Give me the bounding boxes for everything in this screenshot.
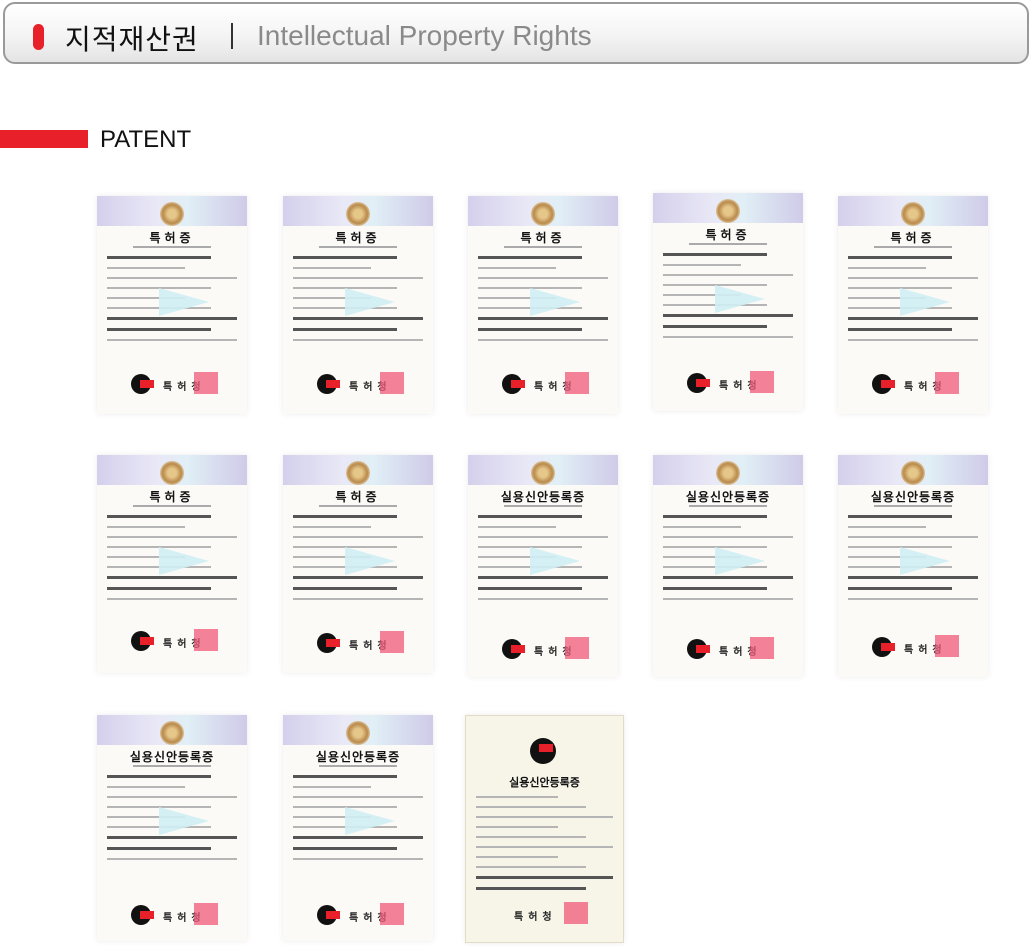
seal-emblem-icon xyxy=(160,202,184,226)
certificate-title: 실용신안등록증 xyxy=(315,750,401,764)
seal-emblem-icon xyxy=(160,461,184,485)
patent-office-logo-icon xyxy=(131,374,154,394)
patent-office-logo-icon xyxy=(687,639,710,659)
certificate-image[interactable]: 실용신안등록증 특허청 xyxy=(465,715,624,943)
certificate-title: 특허증 xyxy=(705,228,751,242)
official-stamp xyxy=(564,902,588,924)
certificate-title: 실용신안등록증 xyxy=(500,490,586,504)
seal-emblem-icon xyxy=(346,721,370,745)
certificate-title: 특허증 xyxy=(890,231,936,245)
official-stamp xyxy=(750,371,774,393)
certificate-image[interactable]: 실용신안등록증 특허청 xyxy=(283,715,433,941)
certificate-title: 실용신안등록증 xyxy=(685,490,771,504)
official-stamp xyxy=(194,372,218,394)
official-stamp xyxy=(380,903,404,925)
official-stamp xyxy=(380,631,404,653)
certificate-image[interactable]: 실용신안등록증 특허청 xyxy=(653,455,803,677)
patent-office-logo-icon xyxy=(131,905,154,925)
seal-emblem-icon xyxy=(346,202,370,226)
patent-office-logo-icon xyxy=(530,738,556,764)
patent-office-logo-icon xyxy=(317,633,340,653)
certificate-image[interactable]: 특허증 특허청 xyxy=(468,196,618,414)
official-stamp xyxy=(194,903,218,925)
page-title-korean: 지적재산권 xyxy=(65,23,199,56)
seal-emblem-icon xyxy=(901,202,925,226)
section-accent-bar xyxy=(0,130,88,148)
certificate-image[interactable]: 특허증 특허청 xyxy=(653,193,803,411)
official-stamp xyxy=(935,372,959,394)
page-title-english: Intellectual Property Rights xyxy=(257,20,592,51)
certificate-title: 특허증 xyxy=(149,490,195,504)
certificate-image[interactable]: 특허증 특허청 xyxy=(283,455,433,673)
patent-office-logo-icon xyxy=(317,374,340,394)
title-divider xyxy=(231,23,233,49)
official-stamp xyxy=(380,372,404,394)
certificate-image[interactable]: 특허증 특허청 xyxy=(838,196,988,414)
official-stamp xyxy=(194,629,218,651)
certificate-title: 특허증 xyxy=(335,231,381,245)
official-stamp xyxy=(935,635,959,657)
official-stamp xyxy=(750,637,774,659)
patent-office-logo-icon xyxy=(502,639,525,659)
patent-office-logo-icon xyxy=(502,374,525,394)
seal-emblem-icon xyxy=(531,461,555,485)
certificate-title: 실용신안등록증 xyxy=(870,490,956,504)
certificate-image[interactable]: 실용신안등록증 특허청 xyxy=(468,455,618,677)
certificate-title: 실용신안등록증 xyxy=(129,750,215,764)
official-stamp xyxy=(565,372,589,394)
title-bar: 지적재산권 Intellectual Property Rights xyxy=(3,2,1029,64)
certificate-image[interactable]: 실용신안등록증 특허청 xyxy=(838,455,988,677)
seal-emblem-icon xyxy=(716,199,740,223)
certificate-title: 특허증 xyxy=(335,490,381,504)
patent-office-logo-icon xyxy=(687,373,710,393)
official-stamp xyxy=(565,637,589,659)
seal-emblem-icon xyxy=(716,461,740,485)
patent-office-logo-icon xyxy=(317,905,340,925)
patent-office-logo-icon xyxy=(872,637,895,657)
certificate-image[interactable]: 특허증 특허청 xyxy=(97,196,247,414)
patent-office-logo-icon xyxy=(131,631,154,651)
issuer-name: 특허청 xyxy=(514,912,557,923)
certificate-image[interactable]: 특허증 특허청 xyxy=(97,455,247,673)
certificate-title: 실용신안등록증 xyxy=(509,776,580,789)
title-accent-mark xyxy=(33,24,44,50)
certificate-title: 특허증 xyxy=(520,231,566,245)
certificate-image[interactable]: 실용신안등록증 특허청 xyxy=(97,715,247,941)
certificate-title: 특허증 xyxy=(149,231,195,245)
certificate-image[interactable]: 특허증 특허청 xyxy=(283,196,433,414)
seal-emblem-icon xyxy=(160,721,184,745)
section-label: PATENT xyxy=(100,126,192,153)
seal-emblem-icon xyxy=(901,461,925,485)
patent-office-logo-icon xyxy=(872,374,895,394)
seal-emblem-icon xyxy=(531,202,555,226)
seal-emblem-icon xyxy=(346,461,370,485)
